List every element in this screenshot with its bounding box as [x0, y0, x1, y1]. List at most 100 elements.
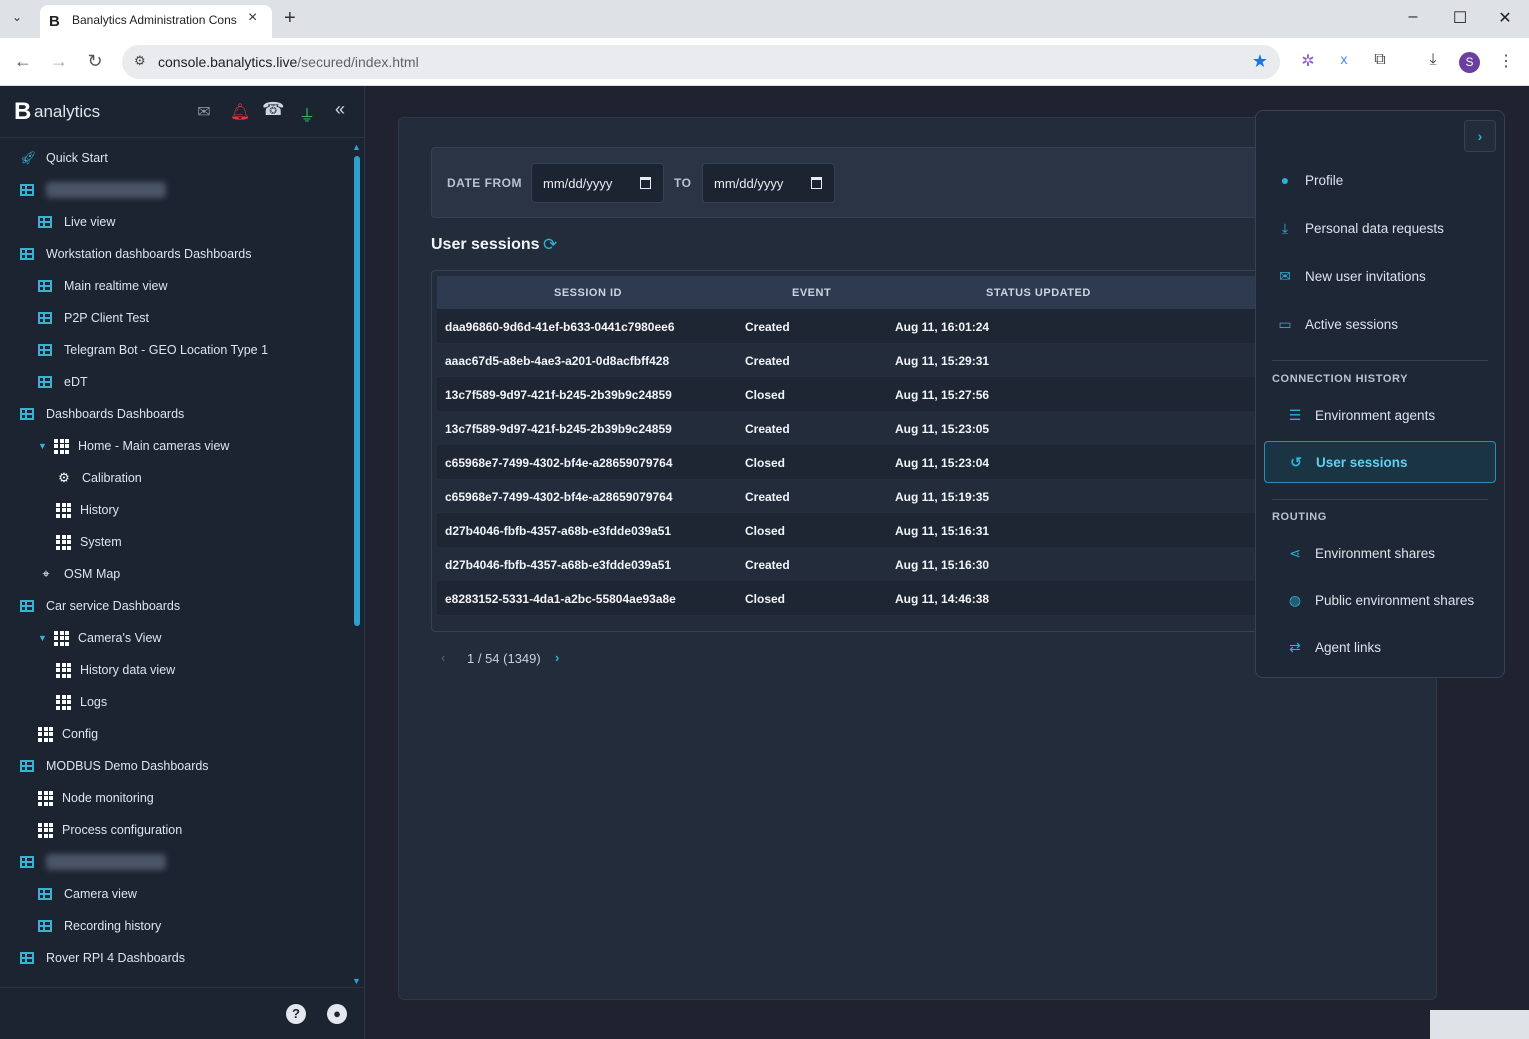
menu-item-new-user-invitations[interactable]: ✉ New user invitations [1264, 255, 1496, 297]
tab-list-icon[interactable]: ⌄ [12, 10, 22, 24]
tree-item[interactable]: Workstation dashboards Dashboards [20, 240, 251, 268]
extension-puzzle-gear-icon[interactable]: ✲ [1296, 51, 1320, 71]
tree-item[interactable]: ▼ Camera's View [38, 624, 161, 652]
tree-item[interactable]: ⌖ OSM Map [38, 560, 120, 588]
table-row[interactable]: c65968e7-7499-4302-bf4e-a28659079764 Clos… [437, 445, 1257, 479]
tree-item[interactable]: MODBUS Demo Dashboards [20, 752, 209, 780]
help-icon[interactable]: ? [286, 1004, 306, 1024]
profile-avatar[interactable]: S [1459, 52, 1480, 73]
tree-item[interactable]: Node monitoring [38, 784, 154, 812]
table-icon [20, 184, 34, 196]
menu-item-personal-data-requests[interactable]: ⤓ Personal data requests [1264, 207, 1496, 249]
window-close-icon[interactable]: ✕ [1490, 8, 1520, 28]
menu-item-active-sessions[interactable]: ▭ Active sessions [1264, 303, 1496, 345]
next-page-icon[interactable]: › [555, 650, 559, 665]
tree-item[interactable]: History data view [56, 656, 175, 684]
logo-icon: B [14, 98, 32, 125]
extension-x-icon[interactable]: x [1332, 51, 1356, 67]
tree-item[interactable]: System [56, 528, 122, 556]
account-icon[interactable]: ● [327, 1004, 347, 1024]
tree-item[interactable]: Camera view [38, 880, 137, 908]
tree-item[interactable]: Process configuration [38, 816, 182, 844]
table-icon [38, 280, 52, 292]
downloads-icon[interactable]: ⤓ [1421, 51, 1445, 69]
chevron-down-icon[interactable]: ▼ [38, 633, 50, 643]
tree-item[interactable]: Recording history [38, 912, 161, 940]
date-to-input[interactable]: mm/dd/yyyy [702, 163, 835, 203]
chevron-down-icon[interactable]: ▼ [38, 441, 50, 451]
cell-status-updated: Aug 11, 15:23:05 [895, 422, 990, 436]
tree-item[interactable]: Telegram Bot - GEO Location Type 1 [38, 336, 268, 364]
scrollbar-thumb[interactable] [354, 156, 360, 626]
calendar-icon[interactable] [811, 177, 822, 189]
forward-icon[interactable]: → [48, 51, 70, 72]
sidebar-scrollbar[interactable]: ▲ ▼ [352, 142, 361, 987]
tree-item-hidden[interactable] [20, 848, 166, 876]
menu-item-environment-shares[interactable]: ⋖ Environment shares [1264, 532, 1496, 574]
calendar-icon[interactable] [640, 177, 651, 189]
site-info-icon[interactable]: ⚙ [134, 53, 146, 69]
table-row[interactable]: aaac67d5-a8eb-4ae3-a201-0d8acfbff428 Crea… [437, 343, 1257, 377]
scroll-up-icon[interactable]: ▲ [352, 142, 361, 152]
menu-item-label: Agent links [1315, 639, 1382, 655]
back-icon[interactable]: ← [12, 51, 34, 72]
tree-item[interactable]: Car service Dashboards [20, 592, 180, 620]
column-header-status-updated[interactable]: STATUS UPDATED [986, 287, 1091, 299]
tree-item[interactable]: ▼ Home - Main cameras view [38, 432, 229, 460]
new-tab-icon[interactable]: + [284, 7, 296, 30]
scroll-down-icon[interactable]: ▼ [352, 976, 361, 986]
table-row[interactable]: d27b4046-fbfb-4357-a68b-e3fdde039a51 Clos… [437, 513, 1257, 547]
table-icon [38, 376, 52, 388]
mail-icon[interactable]: ✉ [193, 102, 215, 122]
tree-item[interactable]: Live view [38, 208, 115, 236]
table-row[interactable]: d27b4046-fbfb-4357-a68b-e3fdde039a51 Crea… [437, 547, 1257, 581]
menu-item-public-environment-shares[interactable]: ◍ Public environment shares [1264, 579, 1496, 621]
extensions-icon[interactable]: ⧉ [1368, 51, 1392, 69]
tree-item[interactable]: 🚀︎ Quick Start [20, 144, 108, 172]
tree-item-hidden[interactable] [20, 176, 166, 204]
close-menu-button[interactable]: › [1464, 120, 1496, 152]
browser-menu-icon[interactable]: ⋮ [1494, 51, 1518, 71]
menu-item-label: Profile [1305, 172, 1344, 188]
phone-hangup-icon[interactable]: ☎ [262, 99, 284, 120]
prev-page-icon[interactable]: ‹ [441, 650, 445, 665]
download-icon: ⤓ [1281, 219, 1289, 236]
collapse-sidebar-icon[interactable]: « [329, 99, 351, 120]
bookmark-star-icon[interactable]: ★ [1252, 51, 1268, 72]
cell-session-id: c65968e7-7499-4302-bf4e-a28659079764 [445, 456, 673, 470]
tree-item[interactable]: History [56, 496, 119, 524]
sidebar: B analytics ✉ 🔔︎ ☎ ⏚ « 🚀︎ Quick Start Live… [0, 86, 365, 1039]
tree-item[interactable]: Config [38, 720, 98, 748]
tree-item[interactable]: Rover RPI 4 Dashboards [20, 944, 185, 972]
tree-item[interactable]: P2P Client Test [38, 304, 149, 332]
reload-icon[interactable]: ↻ [84, 51, 106, 72]
address-bar[interactable]: ⚙ console.banalytics.live/secured/index.… [122, 45, 1280, 79]
tree-item[interactable]: Main realtime view [38, 272, 168, 300]
table-row[interactable]: daa96860-9d6d-41ef-b633-0441c7980ee6 Crea… [437, 309, 1257, 343]
maximize-icon[interactable]: ☐ [1445, 8, 1475, 28]
column-header-event[interactable]: EVENT [792, 287, 831, 299]
menu-item-environment-agents[interactable]: ☰ Environment agents [1264, 394, 1496, 436]
minimize-icon[interactable]: – [1398, 8, 1428, 26]
table-row[interactable]: c65968e7-7499-4302-bf4e-a28659079764 Crea… [437, 479, 1257, 513]
menu-item-agent-links[interactable]: ⇄ Agent links [1264, 626, 1496, 668]
refresh-icon[interactable]: ⟳ [543, 235, 557, 255]
menu-item-user-sessions[interactable]: ↺ User sessions [1264, 441, 1496, 483]
plug-icon[interactable]: ⏚ [296, 102, 318, 126]
date-from-input[interactable]: mm/dd/yyyy [531, 163, 664, 203]
cell-event: Created [745, 490, 790, 504]
tree-item-label: Quick Start [46, 151, 108, 165]
table-row[interactable]: 13c7f589-9d97-421f-b245-2b39b9c24859 Crea… [437, 411, 1257, 445]
bell-icon[interactable]: 🔔︎ [229, 102, 251, 122]
tree-item[interactable]: ⚙ Calibration [56, 464, 142, 492]
column-header-session-id[interactable]: SESSION ID [554, 287, 622, 299]
browser-tab[interactable]: B Banalytics Administration Cons × [40, 5, 272, 38]
menu-item-profile[interactable]: ● Profile [1264, 159, 1496, 201]
tree-item[interactable]: Logs [56, 688, 107, 716]
tree-item[interactable]: Dashboards Dashboards [20, 400, 184, 428]
tab-close-icon[interactable]: × [248, 9, 257, 27]
monitor-icon: ▭ [1278, 315, 1292, 332]
tree-item[interactable]: eDT [38, 368, 88, 396]
table-row[interactable]: e8283152-5331-4da1-a2bc-55804ae93a8e Clos… [437, 581, 1257, 615]
table-row[interactable]: 13c7f589-9d97-421f-b245-2b39b9c24859 Clos… [437, 377, 1257, 411]
